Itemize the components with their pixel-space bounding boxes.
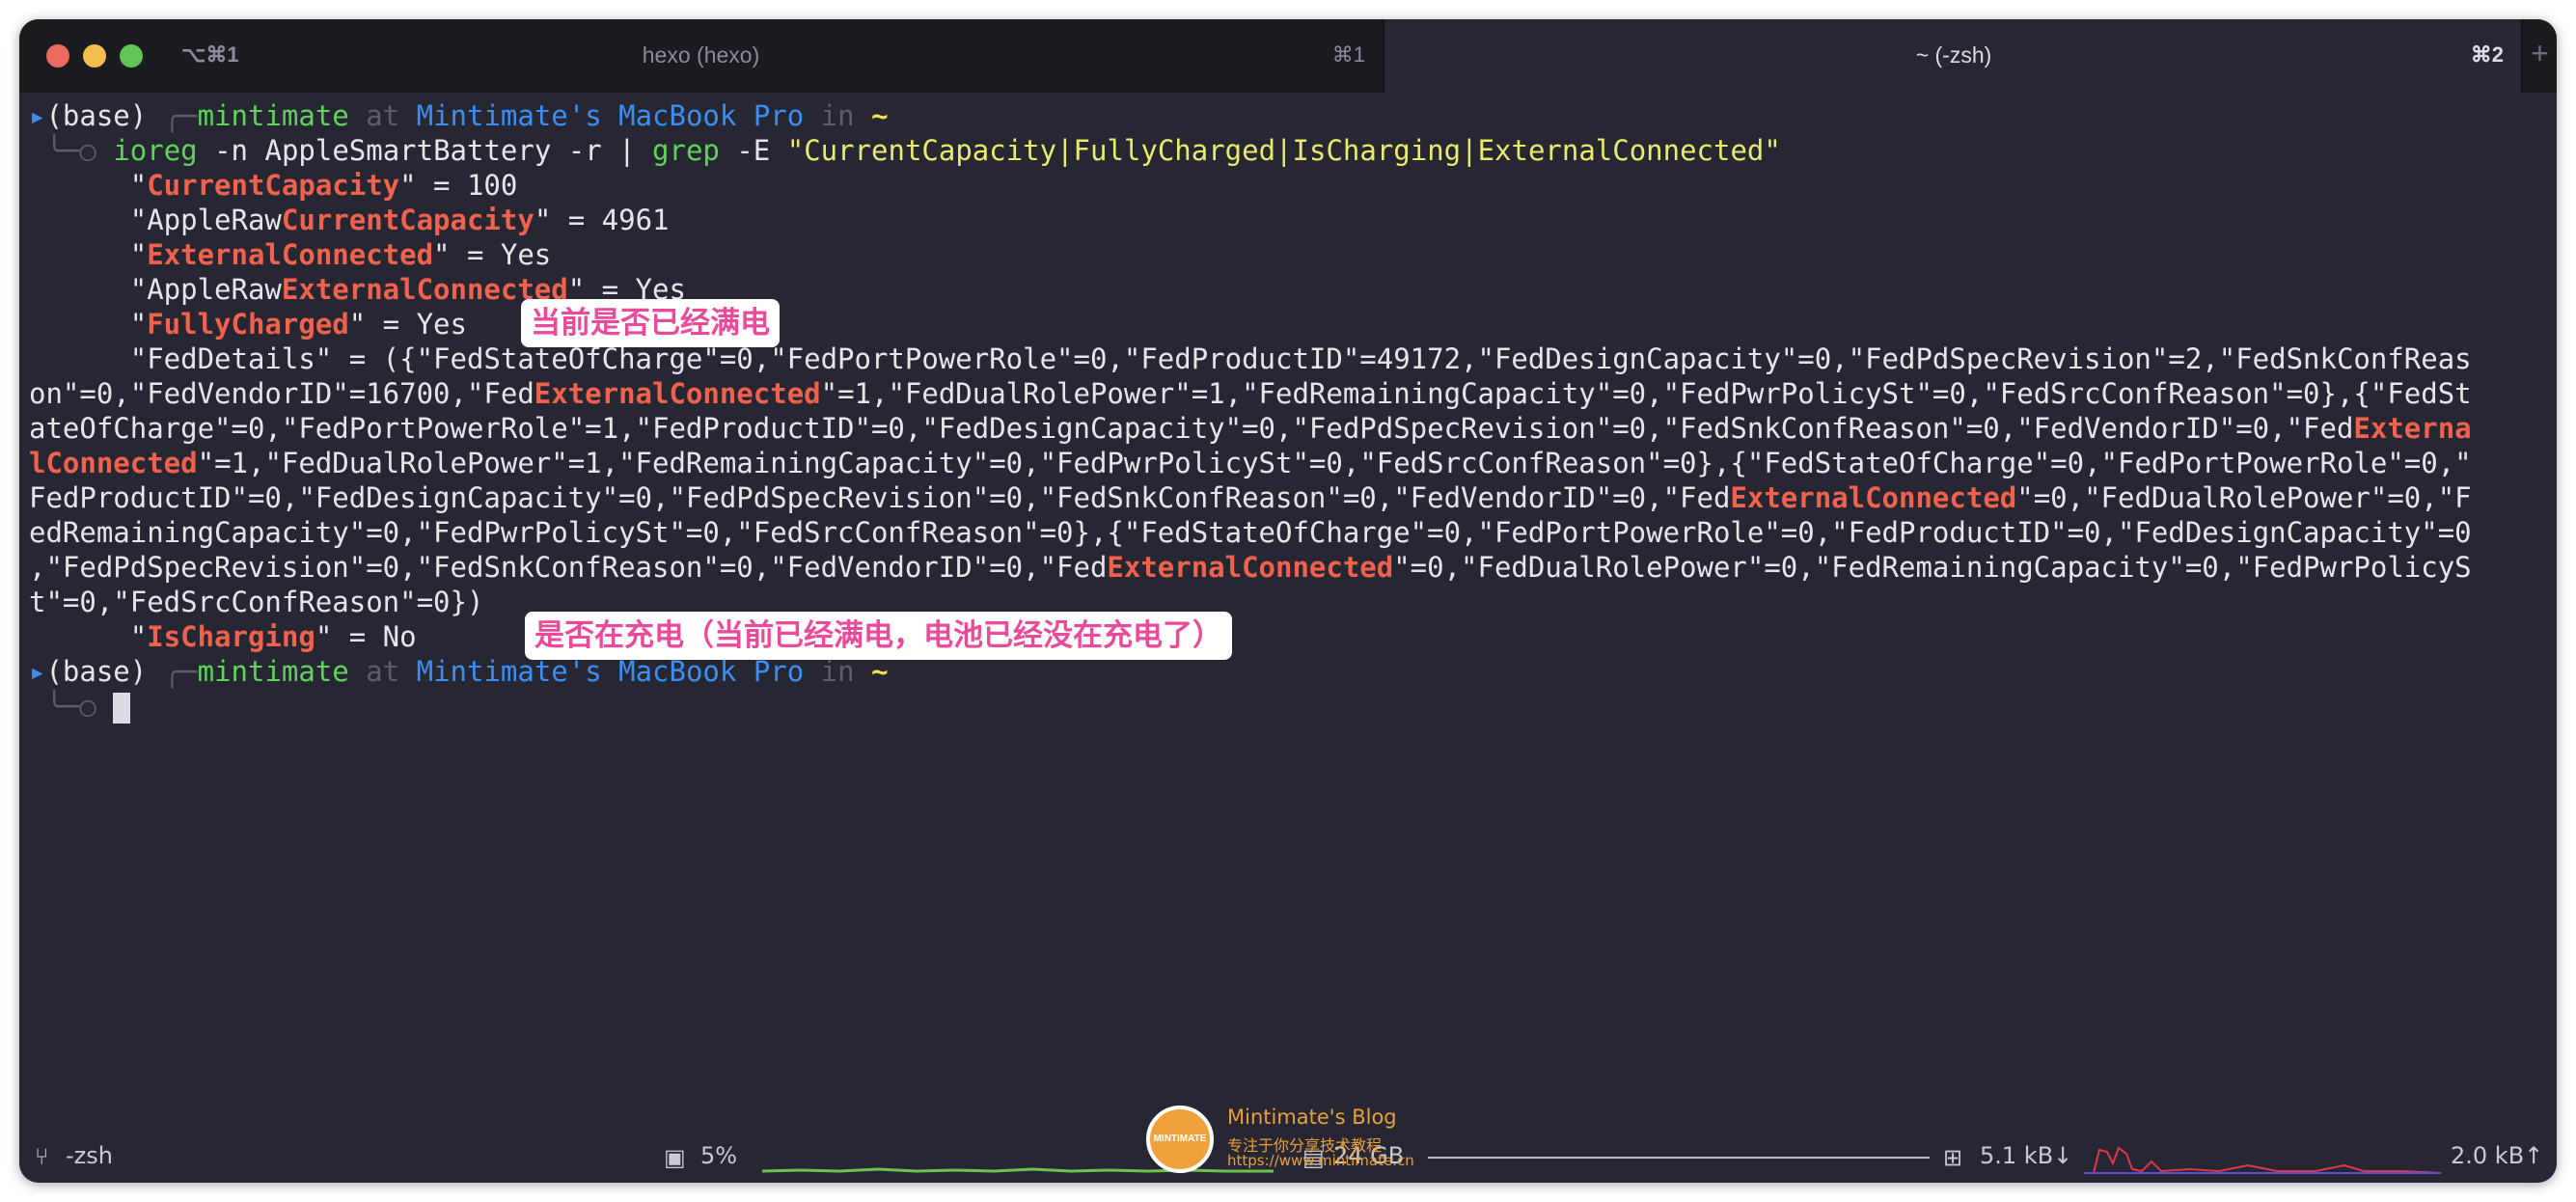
conda-env: (base) — [45, 99, 148, 132]
match-highlight: IsCharging — [147, 620, 315, 653]
annotation-is-charging: 是否在充电（当前已经满电，电池已经没在充电了） — [525, 612, 1232, 660]
window-hotkey: ⌥⌘1 — [181, 42, 239, 67]
shell-name: -zsh — [66, 1142, 113, 1169]
match-highlight: CurrentCapacity — [281, 204, 534, 236]
prompt-user: mintimate — [197, 655, 349, 688]
new-tab-button[interactable]: + — [2521, 19, 2557, 93]
terminal-output[interactable]: ▸(base) ╭─mintimate at Mintimate's MacBo… — [29, 98, 2557, 724]
tab-zsh[interactable]: ~ (-zsh) ⌘2 — [1384, 19, 2523, 93]
prompt-at: at — [366, 99, 400, 132]
output-line: "AppleRawCurrentCapacity" = 4961 — [29, 204, 670, 236]
branch-icon: ⑂ — [35, 1144, 49, 1170]
command-bin: ioreg — [113, 134, 198, 167]
network-up: 2.0 kB↑ — [2451, 1142, 2544, 1169]
output-line: "ExternalConnected" = Yes — [29, 238, 552, 271]
terminal-window: hexo (hexo) ⌘1 ⌥⌘1 ~ (-zsh) ⌘2 + ▸(base)… — [19, 19, 2557, 1183]
watermark-url: https://www.mintimate.cn — [1227, 1152, 1414, 1169]
output-line: edRemainingCapacity"=0,"FedPwrPolicySt"=… — [29, 516, 2472, 549]
prompt-marker-icon: ▸ — [29, 655, 46, 688]
prompt-user: mintimate — [197, 99, 349, 132]
watermark-title: Mintimate's Blog — [1227, 1106, 1397, 1129]
prompt-dir: ~ — [871, 99, 889, 132]
prompt-arrow-icon: ╰─○ — [45, 134, 96, 167]
prompt-corner-icon: ╭─ — [163, 655, 198, 688]
prompt-host: Mintimate's MacBook Pro — [416, 99, 805, 132]
network-icon: ⊞ — [1943, 1145, 1963, 1171]
minimize-button[interactable] — [83, 44, 106, 68]
cpu-usage: 5% — [700, 1142, 738, 1169]
output-line: on"=0,"FedVendorID"=16700,"FedExternalCo… — [29, 377, 2472, 410]
command-args: -n AppleSmartBattery -r | — [197, 134, 653, 167]
match-highlight: FullyCharged — [147, 308, 349, 341]
match-highlight: CurrentCapacity — [147, 169, 400, 202]
prompt-host: Mintimate's MacBook Pro — [416, 655, 805, 688]
command-grep-flag: -E — [719, 134, 787, 167]
text-cursor — [113, 693, 131, 724]
blog-logo-icon: MINTIMATE — [1146, 1106, 1214, 1173]
prompt-line: ▸(base) ╭─mintimate at Mintimate's MacBo… — [29, 654, 2557, 689]
match-highlight: ExternalConnected — [534, 377, 821, 410]
match-highlight: Externa — [2353, 412, 2472, 445]
output-line: t"=0,"FedSrcConfReason"=0}) — [29, 586, 484, 618]
input-line[interactable]: ╰─○ — [29, 689, 2557, 724]
match-highlight: ExternalConnected — [1107, 551, 1394, 584]
network-graph — [2084, 1146, 2441, 1174]
close-button[interactable] — [46, 44, 69, 68]
output-line: "FullyCharged" = Yes — [29, 308, 467, 341]
tab-title: ~ (-zsh) — [1915, 42, 1992, 68]
prompt-in: in — [820, 655, 855, 688]
output-line: "AppleRawExternalConnected" = Yes — [29, 273, 686, 306]
zoom-button[interactable] — [120, 44, 143, 68]
prompt-marker-icon: ▸ — [29, 99, 46, 132]
prompt-arrow-icon: ╰─○ — [45, 690, 96, 723]
match-highlight: ExternalConnected — [147, 238, 434, 271]
output-line: "CurrentCapacity" = 100 — [29, 169, 518, 202]
output-line: lConnected"=1,"FedDualRolePower"=1,"FedR… — [29, 447, 2472, 479]
prompt-line: ▸(base) ╭─mintimate at Mintimate's MacBo… — [29, 98, 2557, 133]
network-down: 5.1 kB↓ — [1980, 1142, 2073, 1169]
output-line: "IsCharging" = No — [29, 620, 417, 653]
cpu-icon: ▣ — [664, 1145, 686, 1171]
output-line: "FedDetails" = ({"FedStateOfCharge"=0,"F… — [29, 342, 2472, 375]
conda-env: (base) — [45, 655, 148, 688]
output-line: FedProductID"=0,"FedDesignCapacity"=0,"F… — [29, 481, 2472, 514]
blog-watermark: MINTIMATE Mintimate's Blog 专注于你分享技术教程 ht… — [1146, 1100, 1532, 1177]
prompt-dir: ~ — [871, 655, 889, 688]
annotation-fully-charged: 当前是否已经满电 — [521, 299, 780, 347]
match-highlight: lConnected — [29, 447, 198, 479]
output-line: ateOfCharge"=0,"FedPortPowerRole"=1,"Fed… — [29, 412, 2472, 445]
match-highlight: ExternalConnected — [1730, 481, 2017, 514]
tab-shortcut: ⌘1 — [1331, 42, 1365, 67]
command-pattern: "CurrentCapacity|FullyCharged|IsCharging… — [786, 134, 1781, 167]
output-line: ,"FedPdSpecRevision"=0,"FedSnkConfReason… — [29, 551, 2472, 584]
command-grep: grep — [652, 134, 720, 167]
command-line: ╰─○ ioreg -n AppleSmartBattery -r | grep… — [29, 133, 2557, 168]
tab-shortcut: ⌘2 — [2470, 42, 2504, 67]
prompt-corner-icon: ╭─ — [163, 99, 198, 132]
prompt-in: in — [820, 99, 855, 132]
tab-bar: hexo (hexo) ⌘1 ⌥⌘1 ~ (-zsh) ⌘2 + — [19, 19, 2557, 93]
prompt-at: at — [366, 655, 400, 688]
